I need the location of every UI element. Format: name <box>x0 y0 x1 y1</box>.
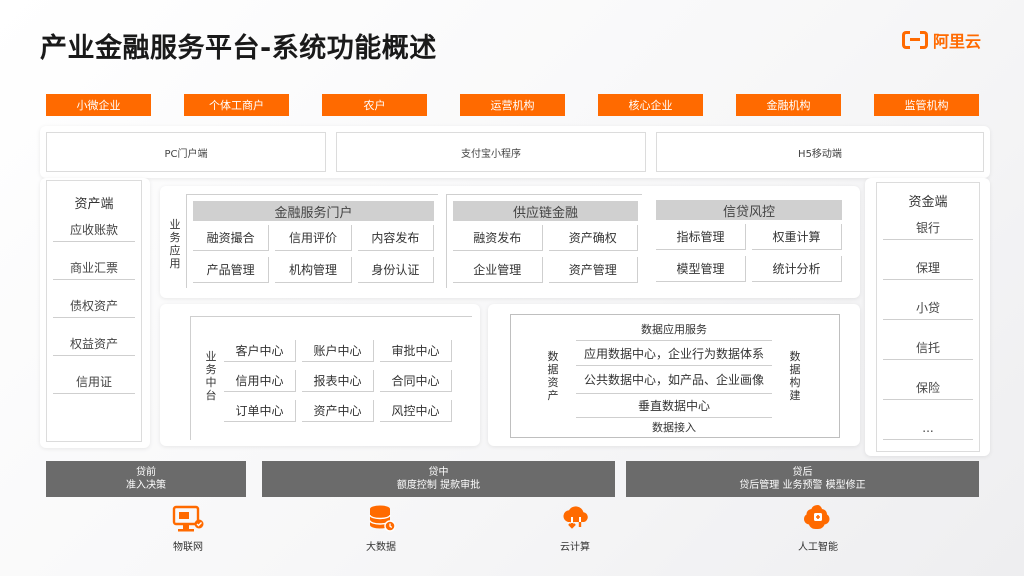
fund-item: 银行 <box>883 216 973 240</box>
asset-item: 信用证 <box>53 370 135 394</box>
fund-side-panel: 资金端 银行 保理 小贷 信托 保险 ... <box>876 182 980 452</box>
stage-title: 贷后 <box>792 467 813 478</box>
group-portal-grid: 融资撮合 信用评价 内容发布 产品管理 机构管理 身份认证 <box>187 225 438 283</box>
stage-pre-loan: 贷前 准入决策 <box>46 461 246 497</box>
fund-item: 信托 <box>883 336 973 360</box>
cloud-computing-icon <box>560 504 592 538</box>
stage-desc: 额度控制 提款审批 <box>396 480 481 491</box>
data-rows: 数据应用服务 应用数据中心，企业行为数据体系 公共数据中心，如产品、企业画像 垂… <box>576 318 772 436</box>
stage-desc: 贷后管理 业务预警 模型修正 <box>739 480 866 491</box>
fund-side-list: 银行 保理 小贷 信托 保险 ... <box>883 216 973 440</box>
middle-platform-label: 业务中台 <box>205 350 217 402</box>
entry-pc-portal: PC门户端 <box>46 132 326 172</box>
asset-item: 权益资产 <box>53 332 135 356</box>
tech-label-cloud: 云计算 <box>560 542 590 553</box>
data-build-label: 数据构建 <box>789 350 801 402</box>
entry-h5-mobile: H5移动端 <box>656 132 984 172</box>
group-supply-chain: 供应链金融 融资发布 资产确权 企业管理 资产管理 <box>446 194 642 288</box>
data-row-vertical-center: 垂直数据中心 <box>576 394 772 418</box>
credit-risk-item: 模型管理 <box>656 256 746 282</box>
asset-item: 债权资产 <box>53 294 135 318</box>
group-credit-risk: 信贷风控 指标管理 权重计算 模型管理 统计分析 <box>650 194 846 288</box>
middle-item: 客户中心 <box>224 340 296 362</box>
middle-item: 合同中心 <box>380 370 452 392</box>
logo-text: 阿里云 <box>933 32 982 51</box>
data-asset-label: 数据资产 <box>547 350 559 402</box>
tech-label-iot: 物联网 <box>173 542 203 553</box>
fund-item: 小贷 <box>883 296 973 320</box>
asset-item: 商业汇票 <box>53 256 135 280</box>
portal-item: 融资撮合 <box>193 225 270 251</box>
middle-item: 信用中心 <box>224 370 296 392</box>
user-tag: 个体工商户 <box>184 94 289 116</box>
aliyun-logo-icon <box>902 31 928 49</box>
user-tag: 运营机构 <box>460 94 565 116</box>
fund-item: 保险 <box>883 376 973 400</box>
group-supply-chain-grid: 融资发布 资产确权 企业管理 资产管理 <box>447 225 642 283</box>
user-tag: 小微企业 <box>46 94 151 116</box>
middle-item: 报表中心 <box>302 370 374 392</box>
credit-risk-item: 统计分析 <box>752 256 842 282</box>
user-tag: 监管机构 <box>874 94 979 116</box>
ai-brain-icon <box>802 503 834 537</box>
middle-item: 资产中心 <box>302 400 374 422</box>
supply-chain-item: 资产确权 <box>548 225 638 251</box>
tech-label-ai: 人工智能 <box>798 542 838 553</box>
user-tag: 金融机构 <box>736 94 841 116</box>
middle-item: 风控中心 <box>380 400 452 422</box>
portal-item: 产品管理 <box>193 257 270 283</box>
group-supply-chain-title: 供应链金融 <box>453 201 638 221</box>
asset-side-panel: 资产端 应收账款 商业汇票 债权资产 权益资产 信用证 <box>46 180 142 442</box>
fund-side-title: 资金端 <box>908 195 948 210</box>
credit-risk-item: 指标管理 <box>656 224 746 250</box>
asset-item: 应收账款 <box>53 218 135 242</box>
aliyun-logo: 阿里云 <box>902 28 981 52</box>
supply-chain-item: 融资发布 <box>453 225 543 251</box>
stage-title: 贷中 <box>428 467 449 478</box>
data-row-ingestion: 数据接入 <box>652 421 696 434</box>
group-credit-risk-title: 信贷风控 <box>656 200 842 220</box>
stage-in-loan: 贷中 额度控制 提款审批 <box>262 461 615 497</box>
big-data-icon <box>366 504 398 538</box>
middle-item: 订单中心 <box>224 400 296 422</box>
group-credit-risk-grid: 指标管理 权重计算 模型管理 统计分析 <box>650 224 846 282</box>
middle-item: 账户中心 <box>302 340 374 362</box>
user-tag: 农户 <box>322 94 427 116</box>
stage-post-loan: 贷后 贷后管理 业务预警 模型修正 <box>626 461 979 497</box>
middle-platform-grid: 客户中心 账户中心 审批中心 信用中心 报表中心 合同中心 订单中心 资产中心 … <box>224 340 452 422</box>
asset-side-list: 应收账款 商业汇票 债权资产 权益资产 信用证 <box>53 218 135 394</box>
user-tag: 核心企业 <box>598 94 703 116</box>
portal-item: 信用评价 <box>275 225 352 251</box>
data-row-app-center: 应用数据中心，企业行为数据体系 <box>576 340 772 366</box>
stage-desc: 准入决策 <box>126 480 166 491</box>
portal-item: 机构管理 <box>275 257 352 283</box>
asset-side-title: 资产端 <box>74 197 114 212</box>
group-portal: 金融服务门户 融资撮合 信用评价 内容发布 产品管理 机构管理 身份认证 <box>186 194 438 288</box>
fund-item: ... <box>883 416 973 440</box>
entry-alipay-miniprogram: 支付宝小程序 <box>336 132 646 172</box>
portal-item: 内容发布 <box>357 225 434 251</box>
portal-item: 身份认证 <box>357 257 434 283</box>
stage-title: 贷前 <box>136 467 156 478</box>
credit-risk-item: 权重计算 <box>752 224 842 250</box>
iot-monitor-icon <box>172 504 204 538</box>
tech-label-big-data: 大数据 <box>366 542 396 553</box>
fund-item: 保理 <box>883 256 973 280</box>
business-app-label: 业务应用 <box>169 218 181 270</box>
middle-item: 审批中心 <box>380 340 452 362</box>
supply-chain-item: 企业管理 <box>453 257 543 283</box>
data-row-public-center: 公共数据中心，如产品、企业画像 <box>576 366 772 394</box>
group-portal-title: 金融服务门户 <box>193 201 434 221</box>
data-row-service: 数据应用服务 <box>641 323 707 336</box>
supply-chain-item: 资产管理 <box>548 257 638 283</box>
page-title: 产业金融服务平台-系统功能概述 <box>40 33 437 64</box>
